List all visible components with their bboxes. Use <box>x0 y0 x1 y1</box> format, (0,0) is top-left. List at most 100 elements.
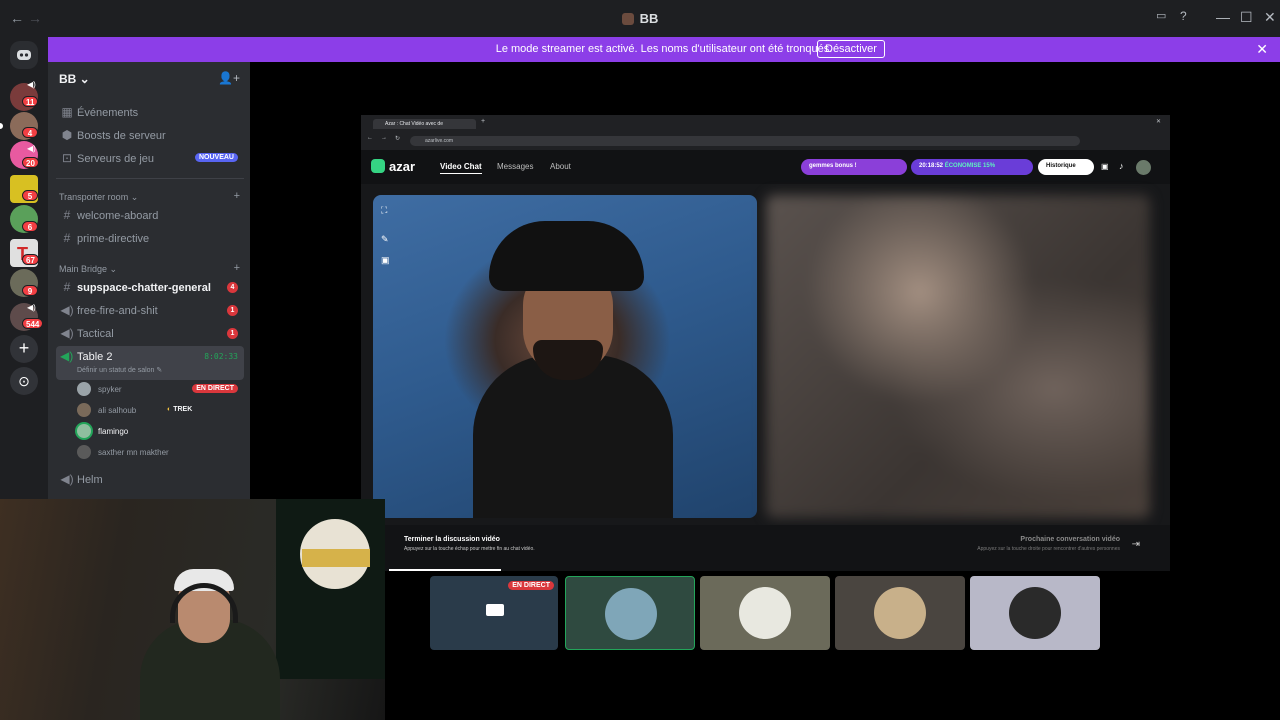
end-chat-title[interactable]: Terminer la discussion vidéo <box>404 536 500 543</box>
hash-icon: # <box>63 280 71 294</box>
discord-home-icon[interactable] <box>10 41 38 69</box>
channel-welcome-aboard[interactable]: # welcome-aboard <box>56 205 244 227</box>
back-arrow-icon[interactable]: ← <box>367 135 373 141</box>
end-chat-hint: Appuyez sur la touche échap pour mettre … <box>404 546 535 552</box>
nav-messages[interactable]: Messages <box>497 162 533 171</box>
profile-avatar[interactable] <box>1136 160 1151 175</box>
sidebar-item-boosts[interactable]: ⬢ Boosts de serveur <box>56 125 244 147</box>
banner-close-icon[interactable]: ✕ <box>1256 41 1268 58</box>
minimize-button[interactable]: — <box>1216 9 1230 25</box>
speaker-icon: ◀) <box>60 349 74 363</box>
server-badge: 20 <box>22 157 39 168</box>
voice-member[interactable]: ali salhoub ◐ TREK <box>77 400 244 420</box>
avatar <box>739 587 791 639</box>
remote-video-blurred <box>766 195 1150 518</box>
speaker-icon: ◀) <box>27 144 36 153</box>
participant-tile[interactable] <box>835 576 965 650</box>
magic-wand-icon[interactable]: ✎ <box>381 234 399 245</box>
close-window-button[interactable]: ✕ <box>1264 9 1276 26</box>
game-activity: ◐ TREK <box>167 406 193 413</box>
server-name[interactable]: BB ⌄ <box>59 72 90 86</box>
create-channel-button[interactable]: + <box>234 190 240 202</box>
discount-timer-pill[interactable]: 20:18:52 ÉCONOMISE 15% <box>911 159 1033 175</box>
server-badge: 5 <box>22 190 38 201</box>
gems-promo-pill[interactable]: gemmes bonus ! <box>801 159 907 175</box>
category-transporter-room[interactable]: Transporter room ⌄ <box>59 192 138 203</box>
participant-tile-stream[interactable]: EN DIRECT <box>430 576 558 650</box>
streamer-mode-banner: Le mode streamer est activé. Les noms d'… <box>48 37 1280 62</box>
avatar <box>605 588 657 640</box>
avatar <box>874 587 926 639</box>
azar-logo[interactable]: azar <box>371 159 415 174</box>
help-icon[interactable]: ? <box>1180 9 1187 23</box>
window-title: BB <box>0 11 1280 26</box>
avatar <box>77 403 91 417</box>
new-badge: NOUVEAU <box>194 153 238 162</box>
calendar-icon: ▦ <box>61 105 73 119</box>
server-badge: 544 <box>22 318 44 329</box>
azar-header: azar Video Chat Messages About gemmes bo… <box>361 150 1170 184</box>
shop-icon[interactable]: ▣ <box>1101 162 1109 171</box>
browser-tab[interactable]: Azar : Chat Vidéo avec de <box>373 119 476 129</box>
server-badge: 9 <box>22 285 38 296</box>
avatar <box>1009 587 1061 639</box>
voice-member[interactable]: flamingo <box>77 421 244 441</box>
add-server-button[interactable]: + <box>10 335 38 363</box>
hash-icon: # <box>63 231 71 245</box>
disable-streamer-button[interactable]: Désactiver <box>817 40 885 58</box>
azar-footer: Terminer la discussion vidéo Appuyez sur… <box>361 525 1170 571</box>
divider <box>56 178 244 179</box>
screen-share-stream[interactable]: Azar : Chat Vidéo avec de + ← → ↻ azarli… <box>361 115 1170 571</box>
video-tools: ⛶ ✎ ▣ <box>381 205 399 266</box>
address-bar[interactable]: azarlive.com <box>410 136 1080 146</box>
server-badge: 4 <box>22 127 38 138</box>
participant-tile-speaking[interactable] <box>565 576 695 650</box>
channel-free-fire-and-shit[interactable]: ◀) free-fire-and-shit 1 <box>56 300 244 322</box>
channel-tactical[interactable]: ◀) Tactical 1 <box>56 323 244 345</box>
title-bar: ← → BB ▭ ? — ☐ ✕ <box>0 0 1280 37</box>
next-chat-title[interactable]: Prochaine conversation vidéo <box>1020 536 1120 543</box>
forward-arrow-icon[interactable]: → <box>381 135 387 141</box>
unread-pip <box>0 123 3 129</box>
hash-icon: # <box>63 208 71 222</box>
voice-channel-table-2[interactable]: ◀) Table 2 8:02:33 Définir un statut de … <box>56 346 244 380</box>
sidebar-item-events[interactable]: ▦ Événements <box>56 102 244 124</box>
mention-badge: 1 <box>227 305 238 316</box>
channel-helm[interactable]: ◀) Helm <box>56 469 244 491</box>
participant-tile[interactable] <box>700 576 830 650</box>
channel-supspace-chatter-general[interactable]: # supspace-chatter-general 4 <box>56 277 244 299</box>
mention-badge: 4 <box>227 282 238 293</box>
server-icon <box>621 13 634 25</box>
expand-icon[interactable]: ⛶ <box>381 205 399 216</box>
category-main-bridge[interactable]: Main Bridge ⌄ <box>59 264 117 275</box>
nav-about[interactable]: About <box>550 162 571 171</box>
reload-icon[interactable]: ↻ <box>395 135 400 142</box>
next-arrow-icon[interactable]: ⇥ <box>1132 539 1140 550</box>
invite-people-icon[interactable]: 👤+ <box>218 71 240 85</box>
gamepad-icon: ⊡ <box>61 151 73 165</box>
voice-member[interactable]: saxther mn makther <box>77 442 244 462</box>
local-video: ⛶ ✎ ▣ <box>373 195 757 518</box>
speaker-icon: ◀) <box>60 303 74 317</box>
browser-close-icon[interactable]: ✕ <box>1156 118 1161 125</box>
nav-video-chat[interactable]: Video Chat <box>440 162 482 174</box>
avatar <box>77 424 91 438</box>
create-channel-button[interactable]: + <box>234 262 240 274</box>
streamer-webcam <box>0 499 385 720</box>
discover-compass-icon[interactable]: ⊙ <box>10 367 38 395</box>
browser-chrome: Azar : Chat Vidéo avec de + ← → ↻ azarli… <box>361 115 1170 150</box>
participant-tile[interactable] <box>970 576 1100 650</box>
bell-icon[interactable]: ♪ <box>1119 161 1124 171</box>
filter-icon[interactable]: ▣ <box>381 255 399 266</box>
set-status-link[interactable]: Définir un statut de salon ✎ <box>77 366 162 374</box>
channel-prime-directive[interactable]: # prime-directive <box>56 228 244 250</box>
inbox-icon[interactable]: ▭ <box>1156 9 1166 22</box>
server-badge: 6 <box>22 221 38 232</box>
sidebar-item-game-servers[interactable]: ⊡ Serveurs de jeu NOUVEAU <box>56 148 244 170</box>
history-button[interactable]: Historique <box>1038 159 1094 175</box>
new-tab-icon[interactable]: + <box>481 118 485 125</box>
maximize-button[interactable]: ☐ <box>1240 9 1253 26</box>
mention-badge: 1 <box>227 328 238 339</box>
live-badge: EN DIRECT <box>508 581 554 590</box>
voice-member[interactable]: spyker EN DIRECT <box>77 379 244 399</box>
